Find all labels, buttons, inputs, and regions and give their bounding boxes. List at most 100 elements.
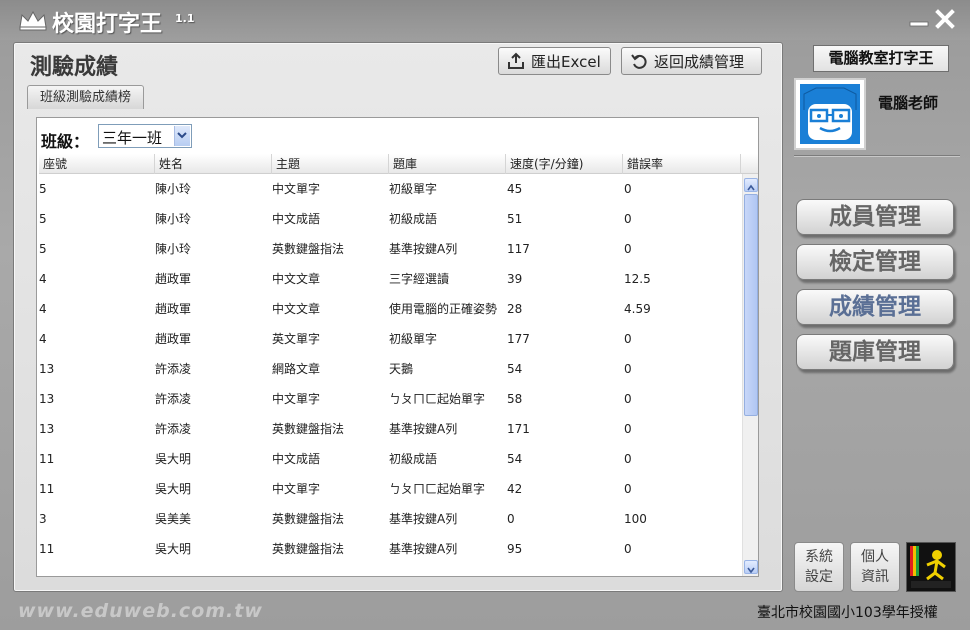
cell-bank: 初級成語: [389, 452, 438, 466]
table-body: 5 陳小玲 中文單字 初級單字 45 0 5 陳小玲 中文成語 初級成語 51 …: [39, 174, 739, 576]
nav-members-button[interactable]: 成員管理: [796, 199, 954, 235]
table-row[interactable]: 4 趙政軍 中文文章 使用電腦的正確姿勢 28 4.59: [39, 294, 739, 324]
cell-seat: 4: [39, 302, 47, 316]
class-select[interactable]: 三年一班: [98, 124, 192, 148]
app-version: 1.1: [175, 12, 195, 25]
cell-error-rate: 0: [624, 212, 632, 226]
vertical-scrollbar[interactable]: [742, 174, 758, 576]
cell-seat: 3: [39, 512, 47, 526]
cell-name: 趙政軍: [155, 332, 192, 346]
cell-name: 趙政軍: [155, 302, 192, 316]
table-row[interactable]: 4 趙政軍 英文單字 初級單字 177 0: [39, 324, 739, 354]
table-row[interactable]: 13 許添凌 英數鍵盤指法 基準按鍵A列 171 0: [39, 414, 739, 444]
settings-label-line2: 設定: [805, 569, 833, 585]
table-row[interactable]: 5 陳小玲 中文成語 初級成語 51 0: [39, 204, 739, 234]
close-icon[interactable]: [934, 8, 956, 30]
cell-topic: 英數鍵盤指法: [272, 542, 345, 556]
cell-error-rate: 0: [624, 482, 632, 496]
minimize-icon[interactable]: [908, 8, 930, 30]
cell-bank: 基準按鍵A列: [389, 242, 458, 256]
cell-bank: 初級成語: [389, 212, 438, 226]
cell-speed: 171: [507, 422, 530, 436]
cell-speed: 95: [507, 542, 523, 556]
column-header-bank[interactable]: 題庫: [389, 154, 506, 174]
footer-license-text: 臺北市校園國小103學年授權: [757, 605, 938, 621]
export-label: 匯出Excel: [531, 52, 601, 71]
cell-name: 陳小玲: [155, 182, 192, 196]
export-excel-button[interactable]: 匯出Excel: [498, 47, 611, 75]
cell-error-rate: 0: [624, 182, 632, 196]
brand-label: 電腦教室打字王: [813, 45, 949, 72]
table-row[interactable]: 13 許添凌 中文單字 ㄅㄆㄇㄈ起始單字 58 0: [39, 384, 739, 414]
cell-speed: 42: [507, 482, 523, 496]
cell-seat: 11: [39, 482, 55, 496]
table-row[interactable]: 11 吳大明 中文成語 初級成語 54 0: [39, 444, 739, 474]
content-area: 班級： 三年一班 座號 姓名 主題 題庫 速度(字/分鐘) 錯誤率 5 陳小玲 …: [36, 117, 759, 577]
scroll-up-icon[interactable]: [744, 178, 758, 192]
tab-class-ranking[interactable]: 班級測驗成績榜: [27, 85, 145, 109]
cell-error-rate: 0: [624, 362, 632, 376]
system-settings-button[interactable]: 系統 設定: [794, 542, 844, 592]
scroll-down-icon[interactable]: [744, 560, 758, 574]
cell-name: 吳大明: [155, 542, 192, 556]
cell-speed: 117: [507, 242, 530, 256]
table-row[interactable]: 13 許添凌 網路文章 天鵝 54 0: [39, 354, 739, 384]
table-row[interactable]: 3 吳美美 英數鍵盤指法 基準按鍵A列 0 100: [39, 504, 739, 534]
table-row[interactable]: 11 吳大明 中文單字 ㄅㄆㄇㄈ起始單字 42 0: [39, 474, 739, 504]
settings-label-line1: 系統: [805, 549, 833, 565]
cell-bank: 使用電腦的正確姿勢: [389, 302, 498, 316]
cell-topic: 英數鍵盤指法: [272, 512, 345, 526]
back-to-grades-button[interactable]: 返回成績管理: [621, 47, 762, 75]
teacher-avatar: [794, 78, 866, 150]
nav-grades-button[interactable]: 成績管理: [796, 289, 954, 325]
cell-seat: 4: [39, 332, 47, 346]
cell-error-rate: 0: [624, 452, 632, 466]
column-header-seat[interactable]: 座號: [39, 154, 155, 174]
cell-seat: 13: [39, 422, 55, 436]
cell-name: 許添凌: [155, 362, 192, 376]
cell-bank: 基準按鍵A列: [389, 512, 458, 526]
cell-error-rate: 0: [624, 332, 632, 346]
table-row[interactable]: 4 趙政軍 中文文章 三字經選讀 39 12.5: [39, 264, 739, 294]
cell-name: 吳大明: [155, 482, 192, 496]
mascot-logo-icon: [907, 543, 955, 591]
cell-speed: 54: [507, 452, 523, 466]
cell-topic: 中文文章: [272, 272, 321, 286]
cell-speed: 39: [507, 272, 523, 286]
cell-topic: 中文單字: [272, 392, 321, 406]
scrollbar-thumb[interactable]: [744, 194, 758, 416]
chevron-down-icon[interactable]: [174, 126, 190, 146]
cell-error-rate: 0: [624, 542, 632, 556]
cell-name: 陳小玲: [155, 242, 192, 256]
cell-seat: 5: [39, 212, 47, 226]
column-header-topic[interactable]: 主題: [272, 154, 389, 174]
table-row[interactable]: 5 陳小玲 英數鍵盤指法 基準按鍵A列 117 0: [39, 234, 739, 264]
cell-name: 許添凌: [155, 392, 192, 406]
column-header-name[interactable]: 姓名: [155, 154, 272, 174]
cell-topic: 中文單字: [272, 182, 321, 196]
cell-topic: 英數鍵盤指法: [272, 422, 345, 436]
column-header-error-rate[interactable]: 錯誤率: [623, 154, 741, 174]
grades-table: 座號 姓名 主題 題庫 速度(字/分鐘) 錯誤率 5 陳小玲 中文單字 初級單字…: [39, 154, 758, 576]
table-row[interactable]: 5 陳小玲 中文單字 初級單字 45 0: [39, 174, 739, 204]
export-icon: [508, 52, 524, 69]
main-panel: 測驗成績 匯出Excel 返回成績管理 班級測驗成績榜 班級： 三年一班 座號 …: [13, 42, 783, 592]
cell-error-rate: 12.5: [624, 272, 651, 286]
cell-topic: 中文文章: [272, 302, 321, 316]
table-row[interactable]: 11 吳大明 英數鍵盤指法 基準按鍵A列 95 0: [39, 534, 739, 564]
crown-icon: [19, 10, 47, 31]
nav-question-bank-button[interactable]: 題庫管理: [796, 334, 954, 370]
cell-error-rate: 0: [624, 242, 632, 256]
cell-speed: 51: [507, 212, 523, 226]
cell-speed: 45: [507, 182, 523, 196]
cell-seat: 13: [39, 362, 55, 376]
title-bar: 校園打字王 1.1: [0, 0, 970, 40]
school-brand-logo: [906, 542, 956, 592]
sidebar-divider: [794, 155, 960, 157]
cell-error-rate: 0: [624, 422, 632, 436]
personal-info-button[interactable]: 個人 資訊: [850, 542, 900, 592]
cell-name: 陳小玲: [155, 212, 192, 226]
nav-tests-button[interactable]: 檢定管理: [796, 244, 954, 280]
column-header-speed[interactable]: 速度(字/分鐘): [506, 154, 623, 174]
table-header: 座號 姓名 主題 題庫 速度(字/分鐘) 錯誤率: [39, 154, 758, 174]
